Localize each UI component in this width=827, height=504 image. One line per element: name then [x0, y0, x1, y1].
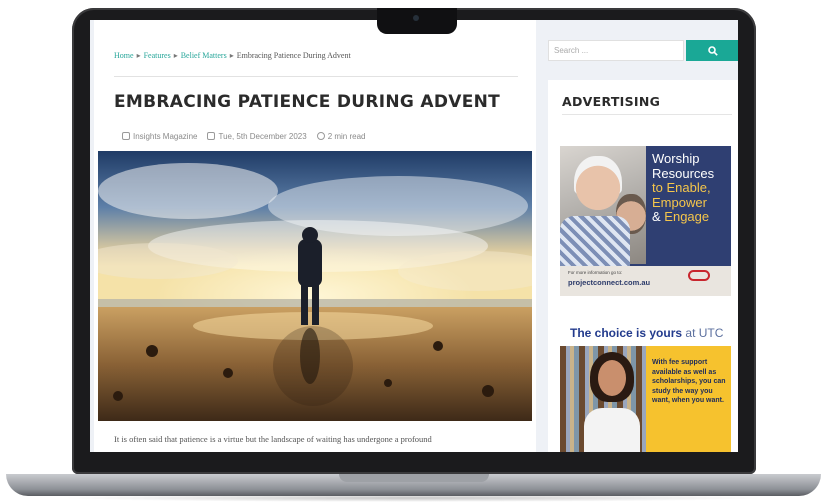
- ad-word: Engage: [664, 209, 710, 224]
- ad-student-shirt: [584, 408, 640, 452]
- worship-resources-ad[interactable]: Worship Resources to Enable, Empower & E…: [560, 146, 731, 296]
- search-icon: [708, 45, 718, 56]
- camera-notch: [377, 8, 457, 34]
- folder-icon: [122, 132, 130, 140]
- utc-ad-heading-bold: The choice is yours: [570, 326, 683, 340]
- author-name: Insights Magazine: [133, 132, 198, 141]
- laptop-base-lip: [339, 474, 489, 482]
- article-column: Home ▸ Features ▸ Belief Matters ▸ Embracing P…: [94, 20, 536, 452]
- ad-student-face: [598, 360, 626, 396]
- ad-line: Empower: [652, 194, 707, 210]
- article-meta: Insights Magazine Tue, 5th December 2023…: [122, 132, 365, 141]
- breadcrumb: Home ▸ Features ▸ Belief Matters ▸ Embracing P…: [114, 51, 351, 60]
- search-input[interactable]: Search ...: [548, 40, 684, 61]
- breadcrumb-divider: [114, 76, 518, 77]
- ad-word: to: [652, 180, 663, 195]
- breadcrumb-separator: ▸: [173, 51, 178, 60]
- ad-word: &: [652, 209, 661, 224]
- ad-logo-icon: [688, 270, 710, 281]
- ad-line: & Engage: [652, 209, 730, 225]
- meta-author[interactable]: Insights Magazine: [122, 132, 197, 141]
- search-button[interactable]: [686, 40, 738, 61]
- breadcrumb-separator: ▸: [229, 51, 234, 60]
- ad-student-photo: [584, 352, 640, 452]
- camera-icon: [413, 15, 419, 21]
- article-excerpt: It is often said that patience is a virt…: [114, 434, 432, 444]
- meta-date: Tue, 5th December 2023: [207, 132, 307, 141]
- utc-ad-heading: The choice is yours at UTC: [570, 326, 723, 340]
- beach-sunset-photo: [98, 151, 532, 421]
- sidebar: Search ... ADVERTISING Worship Resources…: [544, 20, 738, 452]
- read-time: 2 min read: [327, 132, 366, 141]
- breadcrumb-belief-matters[interactable]: Belief Matters: [181, 51, 227, 60]
- breadcrumb-separator: ▸: [136, 51, 141, 60]
- clock-icon: [316, 132, 325, 140]
- utc-ad-text: With fee support available as well as sc…: [652, 359, 726, 404]
- ad-person-1-shirt: [560, 216, 630, 266]
- ad-line: Worship: [652, 151, 700, 166]
- breadcrumb-features[interactable]: Features: [144, 51, 171, 60]
- ad-headline: Worship Resources to Enable, Empower & E…: [652, 151, 730, 225]
- advertising-divider: [562, 114, 732, 115]
- utc-ad[interactable]: With fee support available as well as sc…: [560, 346, 731, 452]
- article-hero-image: [98, 151, 532, 421]
- breadcrumb-current: Embracing Patience During Advent: [236, 51, 351, 60]
- article-title: EMBRACING PATIENCE DURING ADVENT: [114, 92, 501, 112]
- calendar-icon: [207, 132, 216, 140]
- ad-line: Resources: [652, 165, 715, 181]
- laptop-mockup: Home ▸ Features ▸ Belief Matters ▸ Embracing P…: [0, 0, 827, 504]
- ad-word: Enable,: [666, 180, 711, 195]
- ad-footer-note: For more information go to:: [568, 270, 623, 275]
- ad-footer-url[interactable]: projectconnect.com.au: [568, 278, 650, 287]
- publish-date: Tue, 5th December 2023: [218, 132, 307, 141]
- ad-line: to Enable,: [652, 180, 730, 196]
- breadcrumb-home[interactable]: Home: [114, 51, 134, 60]
- advertising-title: ADVERTISING: [562, 94, 661, 109]
- utc-ad-heading-light: at UTC: [685, 326, 724, 340]
- ad-person-1: [574, 156, 622, 214]
- laptop-screen: Home ▸ Features ▸ Belief Matters ▸ Embracing P…: [90, 20, 738, 452]
- meta-read-time: 2 min read: [316, 132, 366, 141]
